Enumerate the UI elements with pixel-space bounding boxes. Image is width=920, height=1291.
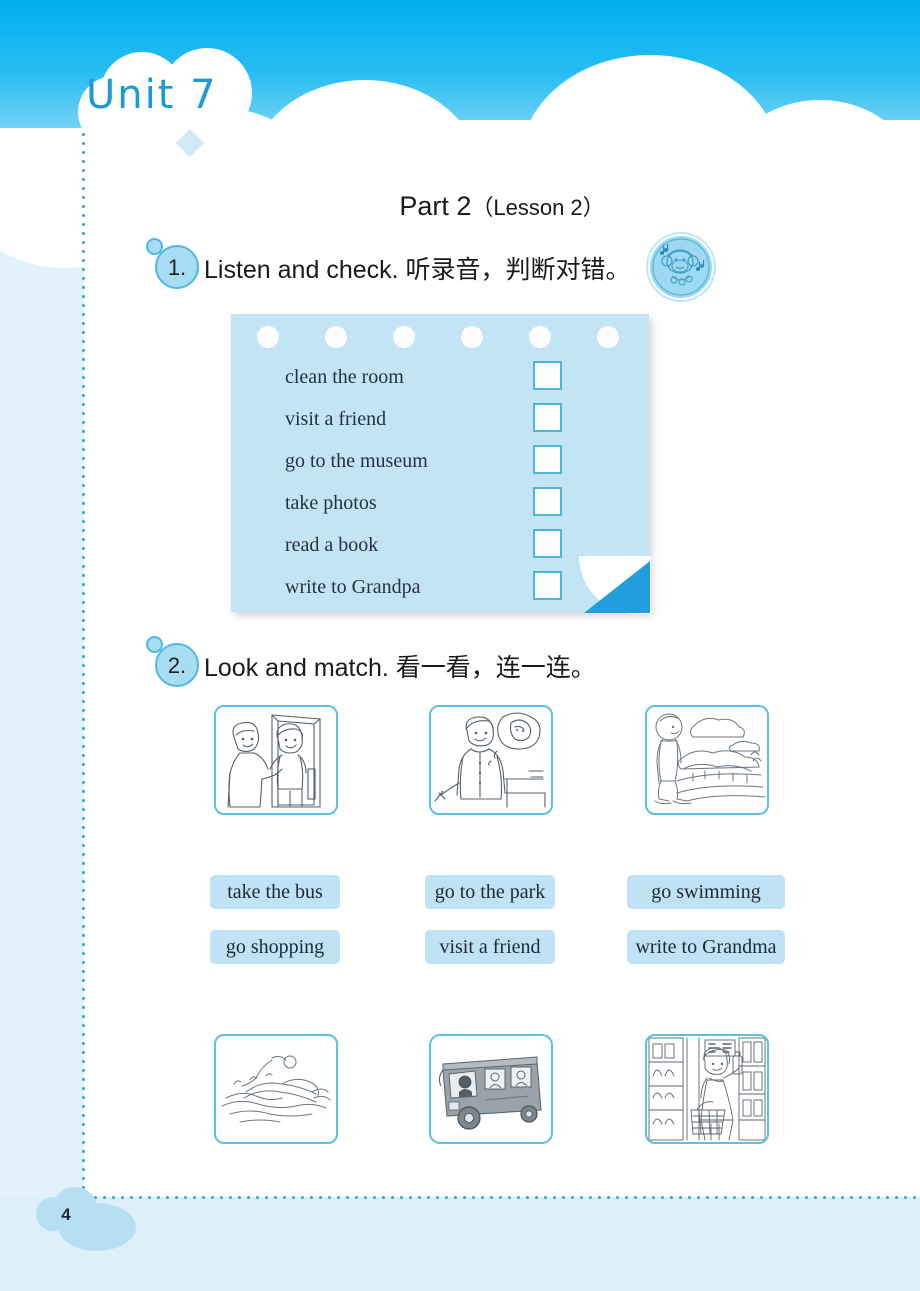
go-shopping-picture[interactable] — [645, 1034, 769, 1144]
checkbox-visit-a-friend[interactable] — [533, 403, 562, 432]
punch-hole — [393, 326, 415, 348]
exercise-2-instruction-en: Look and match. — [204, 654, 389, 682]
punch-holes — [231, 314, 649, 360]
workbook-page: Unit 7 4 Part 2（Lesson 2） 1. Listen and … — [0, 0, 920, 1291]
write-to-grandma-picture[interactable] — [429, 705, 553, 815]
chip-visit-a-friend[interactable]: visit a friend — [425, 930, 555, 964]
checklist-label: clean the room — [285, 366, 404, 388]
checkbox-go-to-the-museum[interactable] — [533, 445, 562, 474]
punch-hole — [257, 326, 279, 348]
exercise-1-instruction: Listen and check. 听录音，判断对错。 — [204, 250, 631, 286]
go-to-the-park-picture[interactable] — [645, 705, 769, 815]
exercise-2-instruction: Look and match. 看一看，连一连。 — [204, 648, 596, 684]
chip-write-to-grandma[interactable]: write to Grandma — [627, 930, 785, 964]
exercise-1-instruction-en: Listen and check. — [204, 256, 399, 284]
punch-hole — [461, 326, 483, 348]
exercise-2-heading: 2. Look and match. 看一看，连一连。 — [146, 634, 706, 696]
chip-take-the-bus[interactable]: take the bus — [210, 875, 340, 909]
checklist-row: clean the room — [285, 358, 645, 400]
part-title-lesson: （Lesson 2） — [471, 195, 605, 220]
punch-hole — [325, 326, 347, 348]
part-title-main: Part 2 — [399, 191, 472, 221]
page-number: 4 — [61, 1205, 71, 1224]
listen-and-check-card: clean the room visit a friend go to the … — [231, 314, 651, 614]
checklist-row: visit a friend — [285, 400, 645, 442]
checklist-label: take photos — [285, 492, 377, 514]
chip-go-to-the-park[interactable]: go to the park — [425, 875, 555, 909]
dotted-border-left — [82, 130, 85, 1198]
exercise-2-number: 2. — [155, 643, 199, 687]
exercise-1-number: 1. — [155, 245, 199, 289]
exercise-1-instruction-cn: 听录音，判断对错。 — [405, 255, 631, 284]
checkbox-clean-the-room[interactable] — [533, 361, 562, 390]
unit-title: Unit 7 — [86, 72, 218, 118]
monkey-headphones-icon — [648, 234, 714, 300]
sheet-bottom-fill — [85, 1150, 920, 1197]
exercise-2-instruction-cn: 看一看，连一连。 — [395, 653, 596, 682]
punch-hole — [529, 326, 551, 348]
checklist-label: read a book — [285, 534, 379, 556]
page-title: Part 2（Lesson 2） — [84, 190, 920, 222]
exercise-1-heading: 1. Listen and check. 听录音，判断对错。 — [146, 236, 706, 298]
punch-hole — [597, 326, 619, 348]
checklist-label: go to the museum — [285, 450, 428, 472]
checklist-label: visit a friend — [285, 408, 387, 430]
chip-go-swimming[interactable]: go swimming — [627, 875, 785, 909]
visit-a-friend-picture[interactable] — [214, 705, 338, 815]
checklist-row: go to the museum — [285, 442, 645, 484]
checkbox-read-a-book[interactable] — [533, 529, 562, 558]
take-the-bus-picture[interactable] — [429, 1034, 553, 1144]
checkbox-write-to-grandpa[interactable] — [533, 571, 562, 600]
go-swimming-picture[interactable] — [214, 1034, 338, 1144]
page-fold-corner — [584, 561, 650, 613]
checklist-label: write to Grandpa — [285, 576, 421, 598]
checkbox-take-photos[interactable] — [533, 487, 562, 516]
chip-go-shopping[interactable]: go shopping — [210, 930, 340, 964]
checklist-row: take photos — [285, 484, 645, 526]
dotted-border-bottom — [82, 1196, 920, 1199]
